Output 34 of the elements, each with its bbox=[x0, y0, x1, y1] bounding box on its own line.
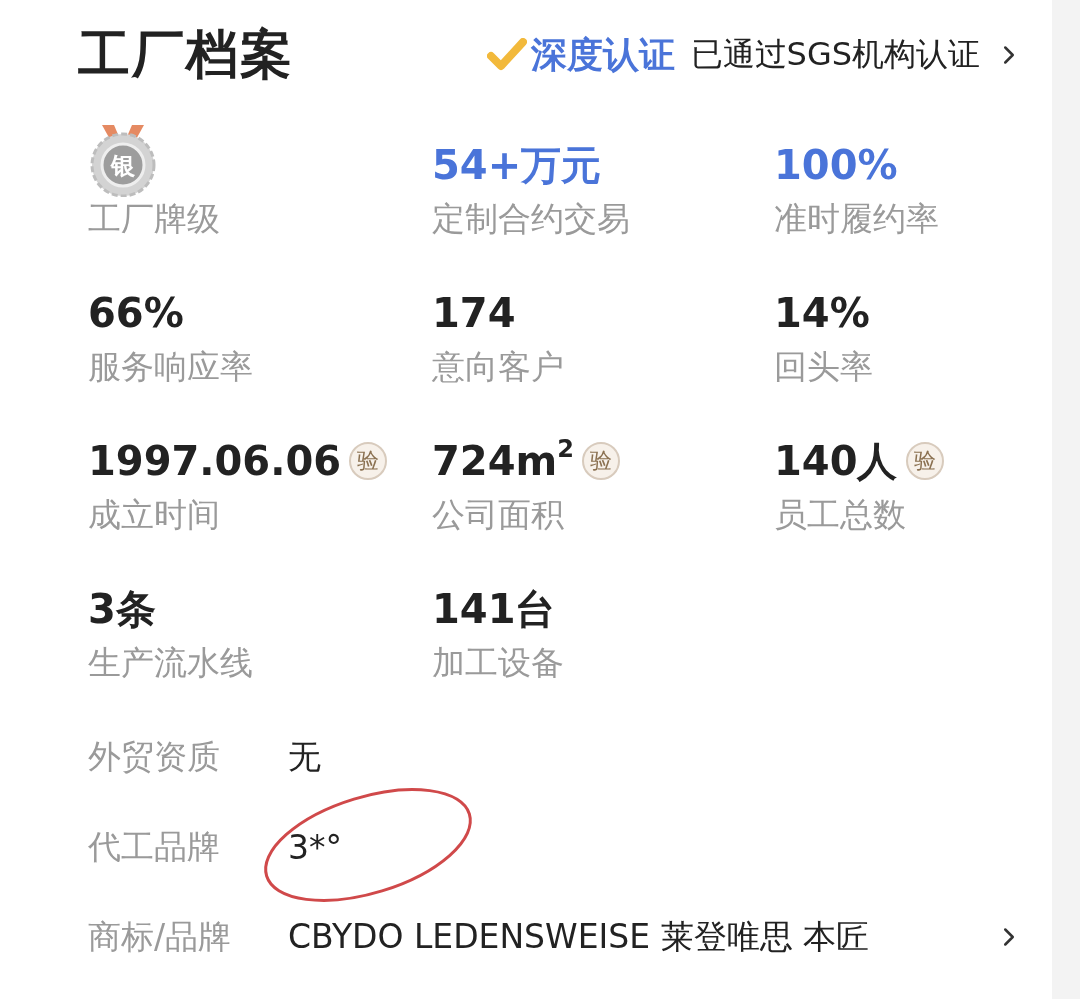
metric-label: 生产流水线 bbox=[88, 642, 254, 684]
metric-value: 174 bbox=[432, 289, 516, 338]
metric-value: 14% bbox=[774, 289, 870, 338]
metric-value: 3条 bbox=[88, 585, 156, 634]
metric-value: 141台 bbox=[432, 585, 556, 634]
metric-value: 140人 bbox=[774, 437, 898, 486]
verified-badge: 验 bbox=[905, 442, 944, 480]
metric-value: 1997.06.06 bbox=[88, 437, 342, 486]
metric-label: 回头率 bbox=[774, 346, 874, 388]
info-label: 商标/品牌 bbox=[88, 915, 233, 958]
metric-label: 定制合约交易 bbox=[432, 198, 631, 240]
info-label: 代工品牌 bbox=[88, 825, 221, 868]
metric-label: 准时履约率 bbox=[774, 198, 940, 240]
metric-label: 意向客户 bbox=[432, 346, 565, 388]
certification-logo: 深度认证 bbox=[529, 33, 676, 77]
info-value: 3*° bbox=[288, 827, 343, 867]
verified-badge: 验 bbox=[581, 442, 620, 480]
metric-label: 服务响应率 bbox=[88, 346, 254, 388]
info-value: 无 bbox=[288, 735, 322, 778]
verified-badge: 验 bbox=[349, 442, 388, 480]
metric-value: 100% bbox=[774, 141, 898, 190]
certification-link[interactable]: 已通过SGS机构认证 bbox=[690, 33, 980, 77]
metric-label: 工厂牌级 bbox=[88, 198, 221, 240]
info-value[interactable]: CBYDO LEDENSWEISE 莱登唯思 本匠 bbox=[288, 914, 994, 960]
section-title: 工厂档案 bbox=[78, 23, 295, 86]
metric-value: 724m$^{2}$ bbox=[432, 434, 574, 486]
metric-label: 员工总数 bbox=[774, 494, 907, 536]
metric-value: 54+万元 bbox=[432, 141, 602, 190]
info-label: 外贸资质 bbox=[88, 735, 221, 778]
metric-label: 公司面积 bbox=[432, 494, 565, 536]
metric-value: 66% bbox=[88, 289, 184, 338]
metric-label: 加工设备 bbox=[432, 642, 565, 684]
check-icon bbox=[486, 38, 527, 72]
metric-label: 成立时间 bbox=[88, 494, 221, 536]
